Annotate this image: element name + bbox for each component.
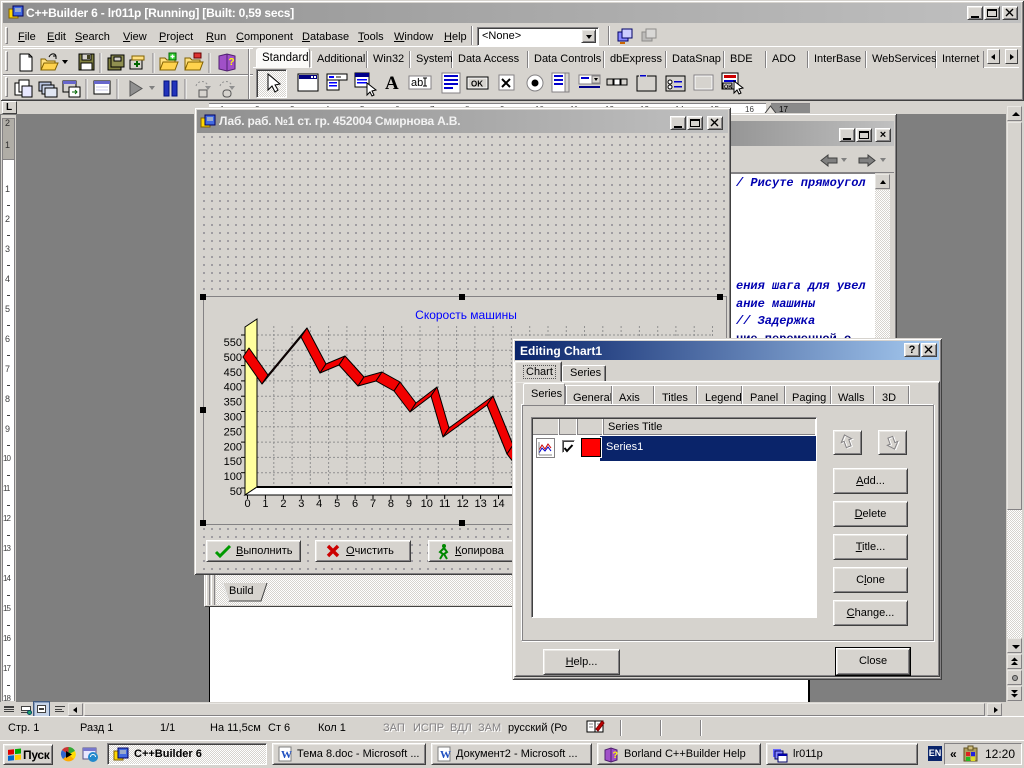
svg-text:4: 4 bbox=[316, 498, 322, 510]
svg-text:100: 100 bbox=[224, 471, 242, 483]
svg-text:400: 400 bbox=[224, 382, 242, 394]
svg-text:14: 14 bbox=[492, 498, 504, 510]
svg-text:300: 300 bbox=[224, 412, 242, 424]
svg-text:OK: OK bbox=[471, 80, 483, 89]
svg-text:W: W bbox=[281, 749, 292, 761]
svg-text:10: 10 bbox=[421, 498, 433, 510]
svg-text:2: 2 bbox=[280, 498, 286, 510]
svg-text:12: 12 bbox=[457, 498, 469, 510]
svg-text:OK: OK bbox=[724, 85, 732, 91]
svg-text:W: W bbox=[440, 749, 451, 761]
svg-text:550: 550 bbox=[224, 337, 242, 349]
svg-text:250: 250 bbox=[224, 426, 242, 438]
svg-text:500: 500 bbox=[224, 352, 242, 364]
svg-text:9: 9 bbox=[406, 498, 412, 510]
svg-text:3: 3 bbox=[298, 498, 304, 510]
svg-text:Скорость машины: Скорость машины bbox=[415, 308, 517, 322]
svg-text:50: 50 bbox=[230, 486, 242, 498]
svg-text:150: 150 bbox=[224, 456, 242, 468]
svg-text:ab: ab bbox=[411, 77, 423, 89]
svg-text:5: 5 bbox=[334, 498, 340, 510]
svg-text:200: 200 bbox=[224, 441, 242, 453]
svg-text:13: 13 bbox=[474, 498, 486, 510]
svg-text:8: 8 bbox=[388, 498, 394, 510]
svg-text:?: ? bbox=[613, 750, 619, 760]
svg-text:350: 350 bbox=[224, 397, 242, 409]
svg-text:7: 7 bbox=[370, 498, 376, 510]
svg-text:11: 11 bbox=[439, 498, 450, 510]
svg-text:6: 6 bbox=[352, 498, 358, 510]
svg-text:450: 450 bbox=[224, 367, 242, 379]
svg-text:0: 0 bbox=[244, 498, 250, 510]
svg-text:1: 1 bbox=[262, 498, 268, 510]
